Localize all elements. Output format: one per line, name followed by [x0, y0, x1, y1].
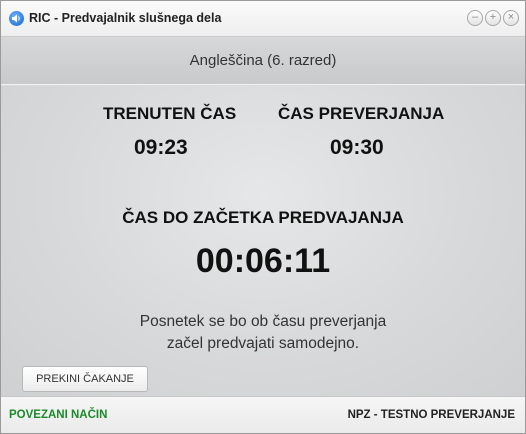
current-time-label: TRENUTEN ČAS [103, 104, 237, 123]
subject-header: Angleščina (6. razred) [1, 38, 525, 85]
exam-mode-status: NPZ - TESTNO PREVERJANJE [347, 409, 515, 421]
current-time-value: 09:23 [134, 136, 188, 159]
app-window: RIC - Predvajalnik slušnega dela – + × A… [0, 0, 526, 434]
playback-note-line1: Posnetek se bo ob času preverjanja [139, 313, 387, 330]
maximize-button[interactable]: + [485, 10, 501, 26]
status-bar: POVEZANI NAČIN NPZ - TESTNO PREVERJANJE [1, 396, 525, 433]
stop-waiting-button[interactable]: PREKINI ČAKANJE [22, 366, 148, 392]
speaker-icon [9, 11, 24, 26]
minimize-button[interactable]: – [467, 10, 483, 26]
connection-status: POVEZANI NAČIN [9, 409, 108, 421]
main-panel: TRENUTEN ČAS 09:23 ČAS PREVERJANJA 09:30… [1, 86, 525, 396]
check-time-value: 09:30 [330, 136, 384, 159]
countdown-value: 00:06:11 [195, 242, 331, 280]
title-bar[interactable]: RIC - Predvajalnik slušnega dela – + × [1, 1, 525, 37]
window-title: RIC - Predvajalnik slušnega dela [29, 11, 222, 25]
subject-title: Angleščina (6. razred) [189, 52, 337, 69]
playback-note: Posnetek se bo ob času preverjanja začel… [1, 311, 525, 355]
countdown-label: ČAS DO ZAČETKA PREDVAJANJA [122, 208, 404, 227]
close-button[interactable]: × [503, 10, 519, 26]
check-time-label: ČAS PREVERJANJA [278, 104, 445, 123]
playback-note-line2: začel predvajati samodejno. [166, 335, 360, 352]
